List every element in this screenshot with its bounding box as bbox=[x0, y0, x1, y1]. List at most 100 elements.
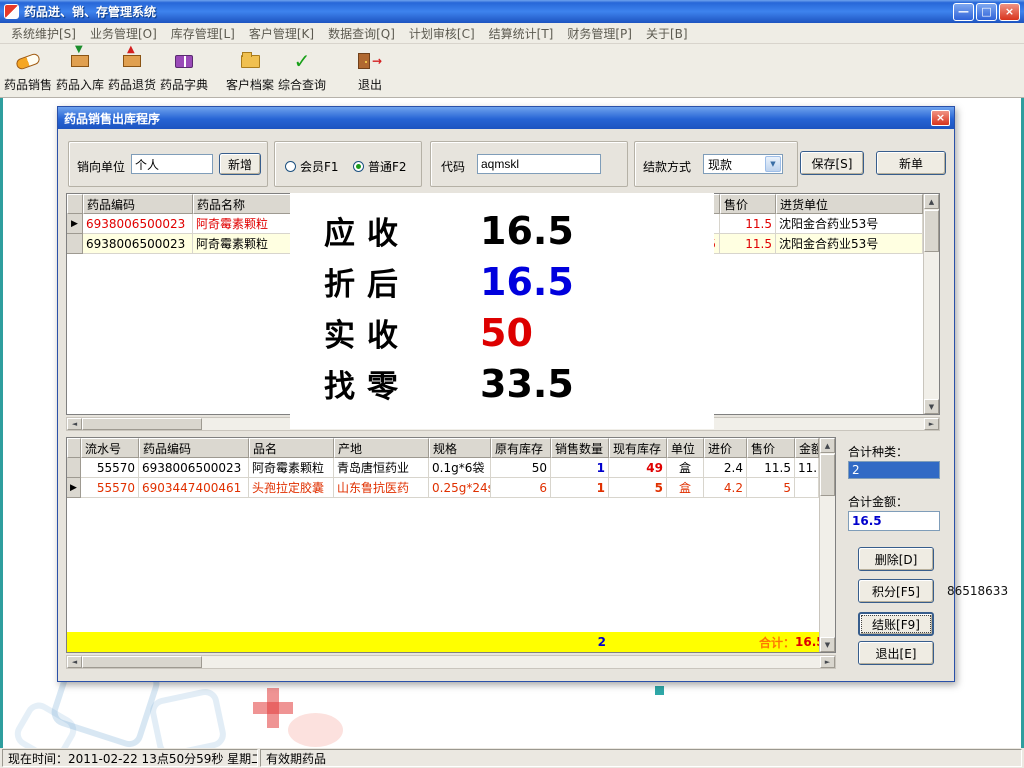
scroll-down-icon[interactable]: ▼ bbox=[820, 637, 835, 652]
toolbar-combined-query[interactable]: ✓ 综合查询 bbox=[276, 48, 328, 95]
code-input[interactable] bbox=[477, 154, 601, 174]
discount-row: 折后 16.5 bbox=[324, 256, 714, 307]
app-icon bbox=[4, 4, 19, 19]
close-button[interactable]: × bbox=[999, 3, 1020, 21]
column-header[interactable]: 售价 bbox=[747, 438, 795, 458]
row-selector bbox=[67, 234, 83, 254]
menu-audit[interactable]: 计划审核[C] bbox=[402, 23, 482, 44]
payment-select[interactable]: 现款 ▼ bbox=[703, 154, 783, 174]
vertical-scrollbar[interactable]: ▲ ▼ bbox=[923, 194, 939, 414]
normal-radio[interactable]: 普通F2 bbox=[353, 158, 407, 175]
scrollbar-thumb[interactable] bbox=[820, 454, 835, 496]
window-title: 药品进、销、存管理系统 bbox=[24, 3, 953, 20]
column-header[interactable]: 销售数量 bbox=[551, 438, 609, 458]
cell: 11.5 bbox=[747, 458, 795, 478]
change-row: 找零 33.5 bbox=[324, 358, 714, 409]
column-header[interactable]: 药品编码 bbox=[139, 438, 249, 458]
detail-grid-header: 流水号 药品编码 品名 产地 规格 原有库存 销售数量 现有库存 单位 进价 售… bbox=[67, 438, 835, 458]
chevron-down-icon[interactable]: ▼ bbox=[765, 156, 781, 172]
menu-query[interactable]: 数据查询[Q] bbox=[321, 23, 402, 44]
column-header[interactable]: 产地 bbox=[334, 438, 429, 458]
menu-finance[interactable]: 财务管理[P] bbox=[560, 23, 639, 44]
exit-button[interactable]: 退出[E] bbox=[858, 641, 934, 665]
column-header[interactable]: 进价 bbox=[704, 438, 747, 458]
discount-label: 折后 bbox=[324, 259, 442, 304]
scrollbar-thumb[interactable] bbox=[82, 418, 202, 430]
status-category: 有效期药品 bbox=[260, 749, 1022, 767]
total-quantity: 2 bbox=[551, 635, 609, 649]
scroll-right-icon[interactable]: ► bbox=[820, 656, 835, 668]
main-titlebar[interactable]: 药品进、销、存管理系统 — □ × bbox=[0, 0, 1024, 23]
cell: 1 bbox=[551, 478, 609, 498]
minimize-button[interactable]: — bbox=[953, 3, 974, 21]
menu-system[interactable]: 系统维护[S] bbox=[4, 23, 83, 44]
menu-settlement[interactable]: 结算统计[T] bbox=[482, 23, 561, 44]
cell: 49 bbox=[609, 458, 667, 478]
member-radio[interactable]: 会员F1 bbox=[285, 158, 339, 175]
due-value: 16.5 bbox=[480, 209, 574, 253]
column-header[interactable]: 流水号 bbox=[81, 438, 139, 458]
toolbar-exit[interactable]: → 退出 bbox=[344, 48, 396, 95]
vertical-scrollbar[interactable]: ▲ ▼ bbox=[819, 438, 835, 652]
column-header[interactable]: 品名 bbox=[249, 438, 334, 458]
code-label: 代码 bbox=[441, 158, 465, 175]
menu-customer[interactable]: 客户管理[K] bbox=[242, 23, 321, 44]
column-header[interactable]: 药品编码 bbox=[83, 194, 193, 214]
due-label: 应收 bbox=[324, 208, 442, 253]
scroll-down-icon[interactable]: ▼ bbox=[924, 399, 939, 414]
column-header[interactable]: 原有库存 bbox=[491, 438, 551, 458]
checkout-button[interactable]: 结账[F9] bbox=[858, 612, 934, 636]
points-button[interactable]: 积分[F5] bbox=[858, 579, 934, 603]
scrollbar-thumb[interactable] bbox=[924, 210, 939, 252]
horizontal-scrollbar[interactable]: ◄ ► bbox=[66, 655, 836, 669]
scroll-right-icon[interactable]: ► bbox=[924, 418, 939, 430]
scroll-left-icon[interactable]: ◄ bbox=[67, 656, 82, 668]
toolbar-customer-file[interactable]: 客户档案 bbox=[224, 48, 276, 95]
column-header[interactable]: 进货单位 bbox=[776, 194, 923, 214]
add-customer-button[interactable]: 新增 bbox=[219, 153, 261, 175]
row-selector-icon: ▶ bbox=[67, 214, 83, 234]
dialog-close-button[interactable]: × bbox=[931, 110, 950, 126]
column-header[interactable]: 金额 bbox=[795, 438, 819, 458]
cell: 5 bbox=[747, 478, 795, 498]
scroll-up-icon[interactable]: ▲ bbox=[820, 438, 835, 453]
scrollbar-thumb[interactable] bbox=[82, 656, 202, 668]
desktop: 药品进、销、存管理系统 — □ × 系统维护[S] 业务管理[O] 库存管理[L… bbox=[0, 0, 1024, 768]
column-header[interactable]: 规格 bbox=[429, 438, 491, 458]
dialog-titlebar[interactable]: 药品销售出库程序 bbox=[58, 107, 954, 129]
menu-inventory[interactable]: 库存管理[L] bbox=[164, 23, 242, 44]
toolbar-drug-return[interactable]: ▲ 药品退货 bbox=[106, 48, 158, 95]
scroll-left-icon[interactable]: ◄ bbox=[67, 418, 82, 430]
maximize-button[interactable]: □ bbox=[976, 3, 997, 21]
cell: 0.1g*6袋 bbox=[429, 458, 491, 478]
scroll-up-icon[interactable]: ▲ bbox=[924, 194, 939, 209]
cell: 山东鲁抗医药 bbox=[334, 478, 429, 498]
table-row[interactable]: 55570 6938006500023 阿奇霉素颗粒 青岛唐恒药业 0.1g*6… bbox=[67, 458, 835, 478]
delete-button[interactable]: 删除[D] bbox=[858, 547, 934, 571]
table-row[interactable]: ▶ 55570 6903447400461 头孢拉定胶囊 山东鲁抗医药 0.25… bbox=[67, 478, 835, 498]
cell: 沈阳金合药业53号 bbox=[776, 234, 923, 254]
menubar: 系统维护[S] 业务管理[O] 库存管理[L] 客户管理[K] 数据查询[Q] … bbox=[0, 23, 1024, 44]
column-header[interactable]: 现有库存 bbox=[609, 438, 667, 458]
new-order-button[interactable]: 新单 bbox=[876, 151, 946, 175]
menu-about[interactable]: 关于[B] bbox=[639, 23, 695, 44]
cell bbox=[795, 478, 819, 498]
cell: 5 bbox=[609, 478, 667, 498]
column-header[interactable]: 单位 bbox=[667, 438, 704, 458]
radio-dot bbox=[285, 161, 296, 172]
save-button[interactable]: 保存[S] bbox=[800, 151, 864, 175]
dialog-title: 药品销售出库程序 bbox=[64, 110, 160, 127]
customer-input[interactable] bbox=[131, 154, 213, 174]
exit-icon: → bbox=[358, 50, 382, 72]
cell: 6938006500023 bbox=[83, 234, 193, 254]
toolbar-drug-sale[interactable]: 药品销售 bbox=[2, 48, 54, 95]
toolbar-drug-dictionary[interactable]: 药品字典 bbox=[158, 48, 210, 95]
cell: 头孢拉定胶囊 bbox=[249, 478, 334, 498]
menu-business[interactable]: 业务管理[O] bbox=[83, 23, 164, 44]
column-header[interactable]: 售价 bbox=[720, 194, 776, 214]
total-kinds-value: 2 bbox=[848, 461, 940, 479]
toolbar-stock-in[interactable]: ▼ 药品入库 bbox=[54, 48, 106, 95]
discount-value: 16.5 bbox=[480, 260, 574, 304]
scrollbar-track[interactable] bbox=[202, 656, 820, 668]
cell: 青岛唐恒药业 bbox=[334, 458, 429, 478]
